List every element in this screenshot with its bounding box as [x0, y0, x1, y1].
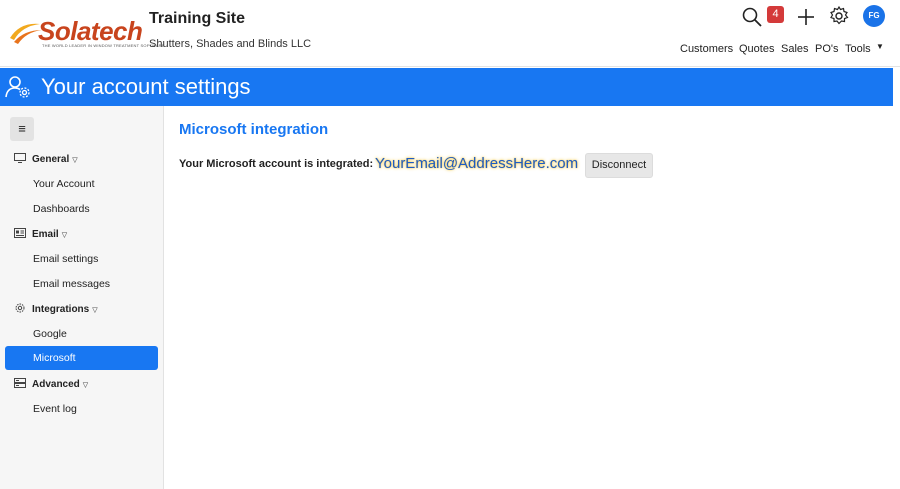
site-title: Training Site: [149, 10, 246, 27]
tools-caret-icon[interactable]: ▼: [876, 42, 884, 51]
caret-down-icon: ▽: [82, 382, 89, 389]
section-title: Microsoft integration: [179, 121, 329, 138]
caret-down-icon: ▽: [92, 307, 98, 314]
sidebar-item-dashboards[interactable]: Dashboards: [5, 197, 158, 221]
nav-tools[interactable]: Tools: [845, 43, 871, 55]
nav-pos[interactable]: PO's: [815, 43, 839, 55]
sidebar-item-event-log[interactable]: Event log: [5, 397, 158, 421]
section-integrations-label: Integrations: [32, 304, 90, 315]
section-email[interactable]: Email ▽: [14, 228, 67, 240]
gear-icon[interactable]: [828, 5, 850, 27]
sidebar-toggle-button[interactable]: ≡: [10, 117, 34, 141]
section-general-label: General: [32, 154, 70, 165]
logo-text: Solatech: [38, 16, 143, 46]
section-advanced-label: Advanced: [32, 379, 80, 390]
nav-sales[interactable]: Sales: [781, 43, 809, 55]
monitor-icon: [14, 153, 26, 163]
notification-badge[interactable]: 4: [767, 6, 784, 23]
disconnect-button[interactable]: Disconnect: [585, 153, 653, 178]
solatech-logo[interactable]: Solatech THE WORLD LEADER IN WINDOW TREA…: [8, 16, 164, 50]
section-general[interactable]: General ▽: [14, 153, 78, 165]
integrated-email: YourEmail@AddressHere.com: [375, 155, 579, 172]
caret-down-icon: ▽: [61, 232, 68, 239]
gear-icon: [15, 303, 25, 313]
sidebar-item-email-messages[interactable]: Email messages: [5, 272, 158, 296]
sidebar-item-google[interactable]: Google: [5, 322, 158, 346]
user-avatar[interactable]: FG: [863, 5, 885, 27]
app-header: Solatech THE WORLD LEADER IN WINDOW TREA…: [0, 0, 900, 67]
user-settings-icon: [5, 76, 30, 98]
plus-icon[interactable]: [795, 6, 817, 28]
page-title: Your account settings: [41, 74, 251, 99]
section-advanced[interactable]: Advanced ▽: [14, 378, 88, 390]
integration-status-label: Your Microsoft account is integrated:: [179, 158, 374, 170]
sidebar-item-email-settings[interactable]: Email settings: [5, 247, 158, 271]
company-name: Shutters, Shades and Blinds LLC: [149, 38, 312, 50]
nav-customers[interactable]: Customers: [680, 43, 733, 55]
logo-tagline: THE WORLD LEADER IN WINDOW TREATMENT SOF…: [42, 43, 165, 48]
page-banner: Your account settings: [0, 68, 893, 106]
server-icon: [14, 378, 26, 388]
settings-sidebar: ≡ General ▽ Your Account Dashboards Email…: [0, 106, 164, 489]
search-icon[interactable]: [741, 6, 763, 28]
section-email-label: Email: [32, 229, 59, 240]
nav-quotes[interactable]: Quotes: [739, 43, 774, 55]
sidebar-item-microsoft[interactable]: Microsoft: [5, 346, 158, 370]
sidebar-item-your-account[interactable]: Your Account: [5, 172, 158, 196]
caret-down-icon: ▽: [72, 157, 78, 164]
newspaper-icon: [14, 228, 26, 238]
section-integrations[interactable]: Integrations ▽: [14, 303, 98, 315]
